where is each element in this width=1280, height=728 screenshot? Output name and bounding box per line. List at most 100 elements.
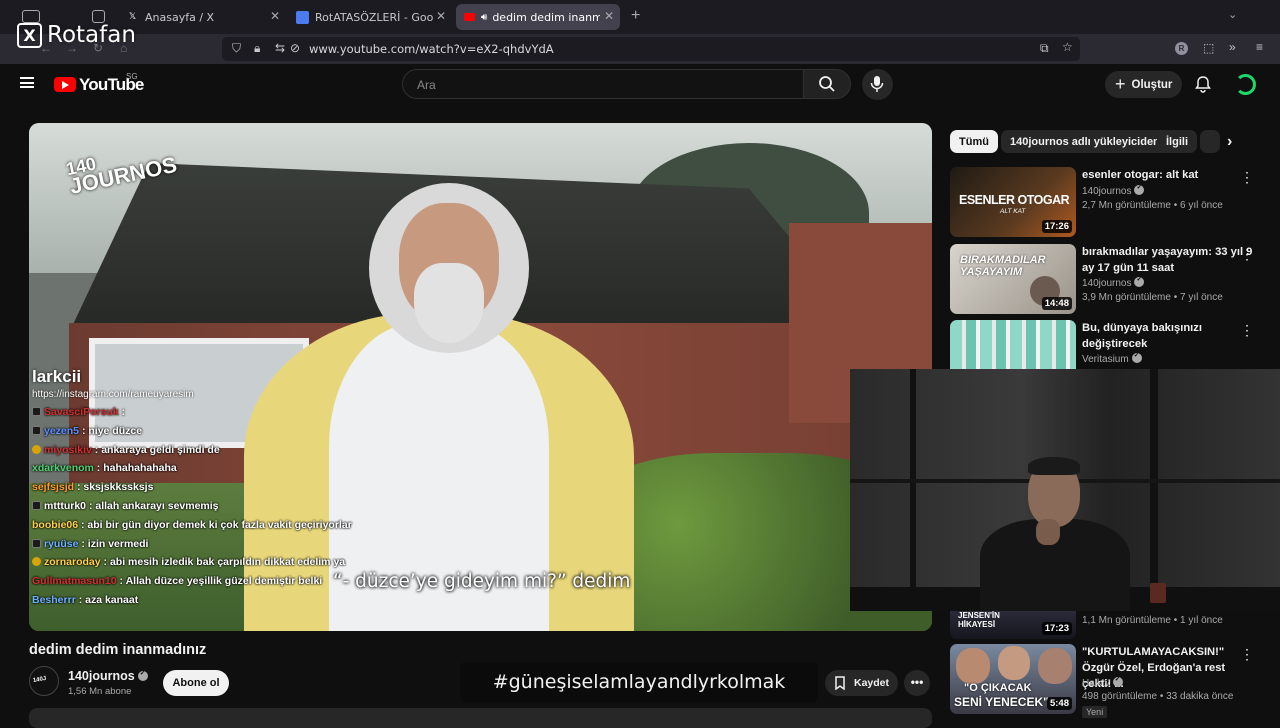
lock-icon[interactable]: 🔒︎ xyxy=(254,41,260,56)
chat-message: mttturk0 : allah ankarayı sevmemiş xyxy=(32,500,219,512)
search-input[interactable]: Ara xyxy=(402,69,804,99)
thumbnail-person xyxy=(998,646,1030,680)
bookmark-icon xyxy=(835,676,845,690)
recommendation-item[interactable]: "O ÇIKACAK SENİ YENECEK" 5:48 "KURTULAMA… xyxy=(950,644,1270,720)
chat-message: Gullmatmasun10 : Allah düzce yeşillik gü… xyxy=(32,575,322,587)
address-bar[interactable]: ⛉ 🔒︎ ⇆ ⊘ www.youtube.com/watch?v=eX2-qhd… xyxy=(222,37,1080,61)
tab-x-home[interactable]: 𝕏 Anasayfa / X ✕ xyxy=(118,4,286,30)
recommendation-item[interactable]: BIRAKMADILAR YAŞAYAYIM 14:48 bırakmadıla… xyxy=(950,244,1270,316)
browser-tab-bar: 𝕏 Anasayfa / X ✕ RotATASÖZLERİ - Google … xyxy=(0,0,1280,34)
chat-message: Besherrr : aza kanaat xyxy=(32,594,138,606)
bookmark-star-icon[interactable]: ☆ xyxy=(1062,40,1073,54)
tab-list-chevron-icon[interactable]: ⌄ xyxy=(1228,8,1237,21)
recommendation-item[interactable]: Bu, dünyaya bakışınızı değiştirecek Veri… xyxy=(950,320,1270,369)
account-icon[interactable]: R xyxy=(1175,42,1188,55)
overflow-chevron-icon[interactable]: » xyxy=(1229,40,1236,54)
save-label: Kaydet xyxy=(854,677,890,689)
recommendation-title[interactable]: Bu, dünyaya bakışınızı değiştirecek xyxy=(1082,320,1254,352)
kebab-menu-icon[interactable]: ⋮ xyxy=(1240,322,1254,339)
kebab-menu-icon[interactable]: ⋮ xyxy=(1240,646,1254,663)
video-thumbnail[interactable]: ESENLER OTOGAR ALT KAT 17:26 xyxy=(950,167,1076,237)
speaker-icon[interactable]: 🔊︎ xyxy=(481,12,487,23)
gift-badge-icon xyxy=(32,557,41,567)
recommendation-channel-text[interactable]: Veritasium xyxy=(1082,354,1129,365)
video-thumbnail[interactable]: "O ÇIKACAK SENİ YENECEK" 5:48 xyxy=(950,644,1076,714)
chat-username: boobie06 xyxy=(32,518,79,531)
chat-message: yezen5 : niye düzce xyxy=(32,425,142,437)
recommendation-item[interactable]: JENSEN'İN HİKAYESİ 17:23 1,1 Mn görüntül… xyxy=(950,611,1270,639)
channel-avatar[interactable]: 140J xyxy=(29,666,59,696)
video-thumbnail[interactable] xyxy=(950,320,1076,369)
thumbnail-text: ESENLER OTOGAR xyxy=(959,193,1070,207)
browser-toolbar: ← → ↻ ⌂ ⛉ 🔒︎ ⇆ ⊘ www.youtube.com/watch?v… xyxy=(0,34,1280,64)
video-thumbnail[interactable]: BIRAKMADILAR YAŞAYAYIM 14:48 xyxy=(950,244,1076,314)
video-player[interactable]: 140 JOURNOS larkcii https://instagram.co… xyxy=(29,123,932,631)
chip-related[interactable]: İlgili xyxy=(1157,130,1197,153)
tab-google-docs[interactable]: RotATASÖZLERİ - Google Dokü ✕ xyxy=(288,4,452,30)
kebab-menu-icon[interactable]: ⋮ xyxy=(1240,246,1254,263)
tracking-off-icon[interactable]: ⊘ xyxy=(290,41,300,55)
streamer-webcam-overlay xyxy=(850,369,1280,611)
close-tab-icon[interactable]: ✕ xyxy=(436,9,446,23)
youtube-logo-icon[interactable] xyxy=(54,77,76,92)
search-button[interactable] xyxy=(803,69,851,99)
chat-header: larkcii xyxy=(32,367,82,386)
menu-icon[interactable]: ≡ xyxy=(1256,40,1263,54)
recommendation-title[interactable]: bırakmadılar yaşayayım: 33 yıl 9 ay 17 g… xyxy=(1082,244,1254,276)
subscriber-count: 1,56 Mn abone xyxy=(68,686,132,697)
voice-search-button[interactable] xyxy=(862,69,893,100)
subscribe-button[interactable]: Abone ol xyxy=(163,670,229,696)
chat-text: : izin vermedi xyxy=(81,537,149,550)
recommendation-channel[interactable]: Veritasium xyxy=(1082,351,1142,365)
save-button[interactable]: Kaydet xyxy=(825,670,898,696)
picture-in-picture-icon[interactable]: ⧉ xyxy=(1040,41,1049,56)
chat-message: ryuüse : izin vermedi xyxy=(32,538,148,550)
chips-next-chevron-icon[interactable]: › xyxy=(1227,133,1232,151)
chip-all[interactable]: Tümü xyxy=(950,130,998,153)
recommendation-channel-text[interactable]: Halktv xyxy=(1082,678,1110,689)
shield-icon[interactable]: ⛉ xyxy=(232,41,241,56)
extensions-icon[interactable]: ⬚ xyxy=(1203,41,1214,55)
recommendation-item[interactable]: ESENLER OTOGAR ALT KAT 17:26 esenler oto… xyxy=(950,167,1270,239)
new-tab-icon[interactable]: + xyxy=(631,7,640,25)
verified-icon xyxy=(1131,351,1142,363)
notifications-bell-icon[interactable] xyxy=(1195,75,1211,93)
recommendation-title[interactable]: esenler otogar: alt kat xyxy=(1082,167,1254,183)
close-tab-icon[interactable]: ✕ xyxy=(604,9,614,23)
thumbnail-person xyxy=(956,648,990,684)
recommendation-channel-text[interactable]: 140journos xyxy=(1082,186,1131,197)
more-actions-button[interactable]: ••• xyxy=(904,670,930,696)
chat-username: Besherrr xyxy=(32,594,76,606)
microphone-icon xyxy=(870,76,884,92)
account-avatar[interactable] xyxy=(1235,74,1256,95)
url-text[interactable]: www.youtube.com/watch?v=eX2-qhdvYdA xyxy=(309,42,554,56)
chat-message: SavasciPorsuk : xyxy=(32,406,125,418)
thumbnail-text: "O ÇIKACAK xyxy=(964,682,1032,694)
window-frame xyxy=(1150,369,1158,611)
hamburger-menu-icon[interactable] xyxy=(20,77,34,88)
recommendation-channel[interactable]: 140journos xyxy=(1082,183,1145,197)
chat-text: : allah ankarayı sevmemiş xyxy=(88,500,219,512)
video-duration: 17:26 xyxy=(1041,220,1072,233)
chip-from-uploader[interactable]: 140journos adlı yükleyiciden xyxy=(1001,130,1169,153)
chip-partial[interactable] xyxy=(1200,130,1220,153)
search-icon xyxy=(819,76,835,92)
tab-label: dedim dedim inanmadınız - xyxy=(492,10,601,24)
close-tab-icon[interactable]: ✕ xyxy=(270,9,280,23)
recommendation-channel-text[interactable]: 140journos xyxy=(1082,278,1131,289)
create-button[interactable]: + Oluştur xyxy=(1105,71,1182,98)
description-box[interactable] xyxy=(29,708,932,728)
country-code: SG xyxy=(126,72,138,81)
recommendation-channel[interactable]: 140journos xyxy=(1082,275,1145,289)
kebab-menu-icon[interactable]: ⋮ xyxy=(1240,169,1254,186)
recommendation-meta: 2,7 Mn görüntüleme • 6 yıl önce xyxy=(1082,200,1223,211)
new-badge: Yeni xyxy=(1082,706,1108,718)
tab-label: Anasayfa / X xyxy=(145,10,215,24)
recommendation-channel[interactable]: Halktv xyxy=(1082,675,1123,689)
video-thumbnail[interactable]: JENSEN'İN HİKAYESİ 17:23 xyxy=(950,611,1076,639)
channel-name-text[interactable]: 140journos xyxy=(68,669,135,683)
channel-name[interactable]: 140journos xyxy=(68,669,148,683)
tab-youtube-active[interactable]: 🔊︎ dedim dedim inanmadınız - ✕ xyxy=(456,4,620,30)
video-duration: 14:48 xyxy=(1041,297,1072,310)
permissions-icon[interactable]: ⇆ xyxy=(275,41,285,55)
